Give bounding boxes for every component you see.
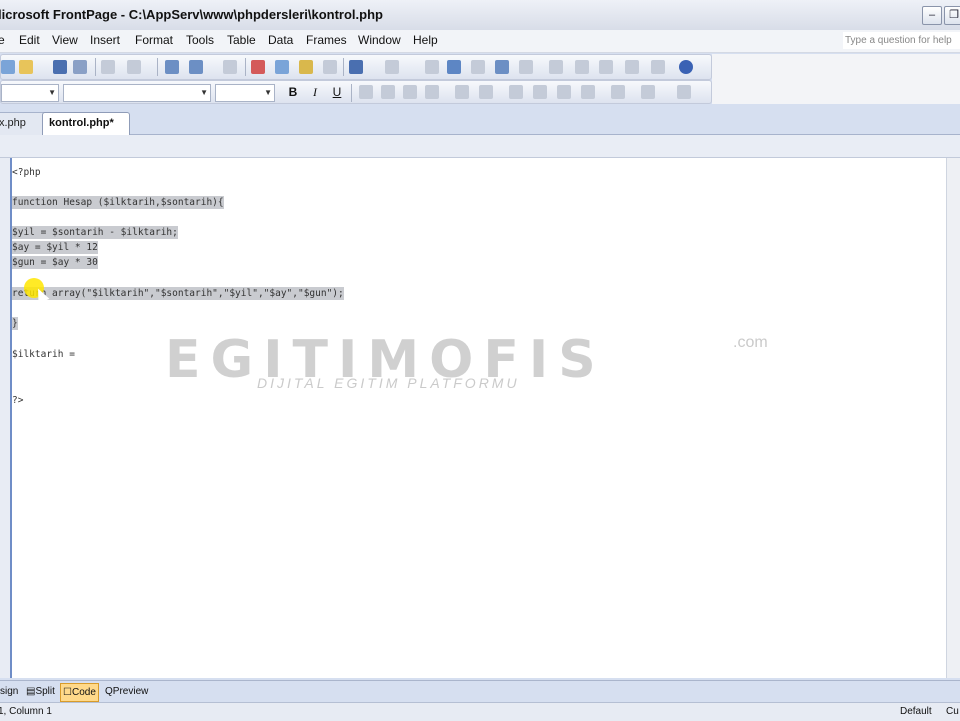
decrease-indent-icon[interactable] <box>557 85 571 99</box>
show-all-icon[interactable] <box>625 60 639 74</box>
menu-tools[interactable]: Tools <box>186 33 214 47</box>
menu-format[interactable]: Format <box>135 33 173 47</box>
font-color-icon[interactable] <box>677 85 691 99</box>
insert-layer-icon[interactable] <box>471 60 485 74</box>
cut-icon[interactable] <box>251 60 265 74</box>
menu-table[interactable]: Table <box>227 33 256 47</box>
menu-edit[interactable]: Edit <box>19 33 40 47</box>
preview-icon: Q <box>105 686 113 697</box>
show-layer-icon[interactable] <box>651 60 665 74</box>
justify-icon[interactable] <box>425 85 439 99</box>
document-tabs: x.php kontrol.php* <box>0 104 960 135</box>
code-line-7: $gun = $ay * 30 <box>12 256 98 269</box>
code-line-3: function Hesap ($ilktarih,$sontarih){ <box>12 196 224 209</box>
status-position: 1, Column 1 <box>0 706 52 717</box>
code-line-11: } <box>12 317 18 330</box>
highlight-icon[interactable] <box>641 85 655 99</box>
save-icon[interactable] <box>53 60 67 74</box>
code-line-1: <?php <box>12 167 41 178</box>
watermark-logo: EGITIMOFIS .com DIJITAL EGITIM PLATFORMU <box>165 330 805 400</box>
increase-font-icon[interactable] <box>455 85 469 99</box>
code-line-9: return array("$ilktarih","$sontarih","$y… <box>12 287 344 300</box>
insert-picture-icon[interactable] <box>495 60 509 74</box>
new-page-icon[interactable] <box>1 60 15 74</box>
standard-toolbar <box>0 54 712 80</box>
stop-icon[interactable] <box>599 60 613 74</box>
menu-frames[interactable]: Frames <box>306 33 347 47</box>
view-tabs-bar: sign ▤Split ☐Code QPreview <box>0 680 960 703</box>
paste-icon[interactable] <box>299 60 313 74</box>
preview-icon[interactable] <box>189 60 203 74</box>
editor-gutter <box>0 158 12 678</box>
undo-icon[interactable] <box>349 60 363 74</box>
format-painter-icon[interactable] <box>323 60 337 74</box>
redo-icon[interactable] <box>385 60 399 74</box>
window-title: licrosoft FrontPage - C:\AppServ\www\php… <box>0 7 383 22</box>
help-search-input[interactable]: Type a question for help <box>843 32 960 49</box>
menu-window[interactable]: Window <box>358 33 401 47</box>
bullets-icon[interactable] <box>533 85 547 99</box>
menu-insert[interactable]: Insert <box>90 33 120 47</box>
search-icon[interactable] <box>73 60 87 74</box>
status-mode: Default <box>900 706 932 717</box>
increase-indent-icon[interactable] <box>581 85 595 99</box>
bold-button[interactable]: B <box>285 84 301 100</box>
toggle-pane-icon[interactable] <box>127 60 141 74</box>
align-right-icon[interactable] <box>403 85 417 99</box>
view-tab-preview-label: Preview <box>112 686 149 697</box>
copy-icon[interactable] <box>275 60 289 74</box>
status-bar: 1, Column 1 Default Cu <box>0 702 960 721</box>
menu-view[interactable]: View <box>52 33 78 47</box>
spelling-icon[interactable] <box>223 60 237 74</box>
view-tab-split[interactable]: ▤Split <box>24 683 57 700</box>
style-select[interactable]: ▼ <box>1 84 59 102</box>
open-folder-icon[interactable] <box>19 60 33 74</box>
menu-help[interactable]: Help <box>413 33 438 47</box>
tab-kontrol-php[interactable]: kontrol.php* <box>42 112 130 135</box>
align-left-icon[interactable] <box>359 85 373 99</box>
help-icon[interactable] <box>679 60 693 74</box>
align-center-icon[interactable] <box>381 85 395 99</box>
font-select[interactable]: ▼ <box>63 84 211 102</box>
watermark-tld: .com <box>733 334 768 351</box>
formatting-toolbar: ▼ ▼ ▼ B I U <box>0 80 712 104</box>
restore-button[interactable]: ❐ <box>944 6 960 25</box>
italic-button[interactable]: I <box>307 84 323 100</box>
toolbar-empty-area <box>712 54 960 104</box>
code-line-6: $ay = $yil * 12 <box>12 241 98 254</box>
menu-bar: e Edit View Insert Format Tools Table Da… <box>0 30 960 53</box>
watermark-tagline: DIJITAL EGITIM PLATFORMU <box>257 375 520 391</box>
vertical-scrollbar[interactable] <box>946 158 960 678</box>
quick-tag-bar <box>0 135 960 158</box>
code-line-14: $ilktarih = <box>12 349 75 360</box>
view-tab-code[interactable]: ☐Code <box>60 683 99 702</box>
view-tab-code-label: Code <box>71 687 96 698</box>
numbering-icon[interactable] <box>509 85 523 99</box>
view-tab-split-label: Split <box>35 686 55 697</box>
decrease-font-icon[interactable] <box>479 85 493 99</box>
title-bar: licrosoft FrontPage - C:\AppServ\www\php… <box>0 0 960 31</box>
code-line-17: ?> <box>12 395 24 406</box>
view-tab-preview[interactable]: QPreview <box>103 683 150 700</box>
print-icon[interactable] <box>165 60 179 74</box>
status-extra: Cu <box>946 706 959 717</box>
code-line-5: $yil = $sontarih - $ilktarih; <box>12 226 178 239</box>
font-size-select[interactable]: ▼ <box>215 84 275 102</box>
menu-file[interactable]: e <box>0 33 5 47</box>
borders-icon[interactable] <box>611 85 625 99</box>
insert-table-icon[interactable] <box>447 60 461 74</box>
underline-button[interactable]: U <box>329 84 345 100</box>
drawing-icon[interactable] <box>519 60 533 74</box>
view-tab-design[interactable]: sign <box>0 683 20 700</box>
code-icon: ☐ <box>63 687 72 698</box>
menu-data[interactable]: Data <box>268 33 293 47</box>
minimize-button[interactable]: – <box>922 6 942 25</box>
web-component-icon[interactable] <box>425 60 439 74</box>
publish-icon[interactable] <box>101 60 115 74</box>
refresh-icon[interactable] <box>575 60 589 74</box>
hyperlink-icon[interactable] <box>549 60 563 74</box>
